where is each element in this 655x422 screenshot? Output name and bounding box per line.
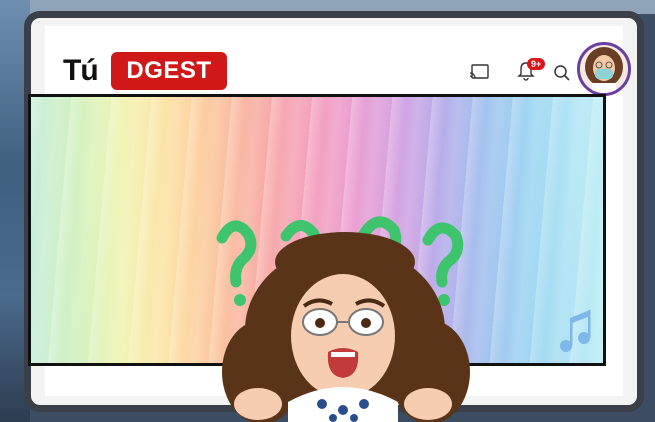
music-notes-icon <box>560 310 591 352</box>
character-overlay <box>216 216 591 422</box>
character-face <box>291 274 395 398</box>
